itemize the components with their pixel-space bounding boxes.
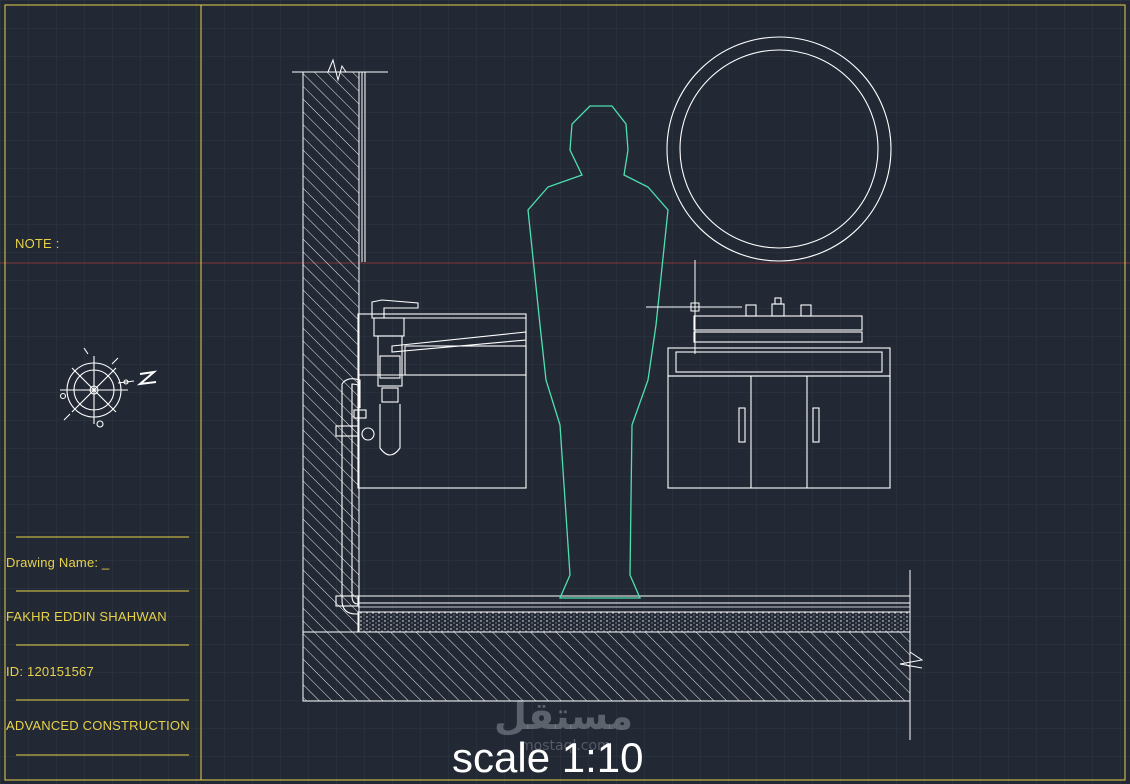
- author-name: FAKHR EDDIN SHAHWAN: [6, 609, 167, 624]
- watermark-logo: مستقل: [494, 694, 633, 738]
- drawing-name-label: Drawing Name: _: [6, 555, 110, 570]
- scale-label: scale 1:10: [452, 734, 644, 781]
- student-id: ID: 120151567: [6, 664, 94, 679]
- cad-drawing-canvas[interactable]: [0, 0, 1130, 784]
- note-label: NOTE :: [15, 236, 60, 251]
- course-name: ADVANCED CONSTRUCTION: [6, 718, 190, 733]
